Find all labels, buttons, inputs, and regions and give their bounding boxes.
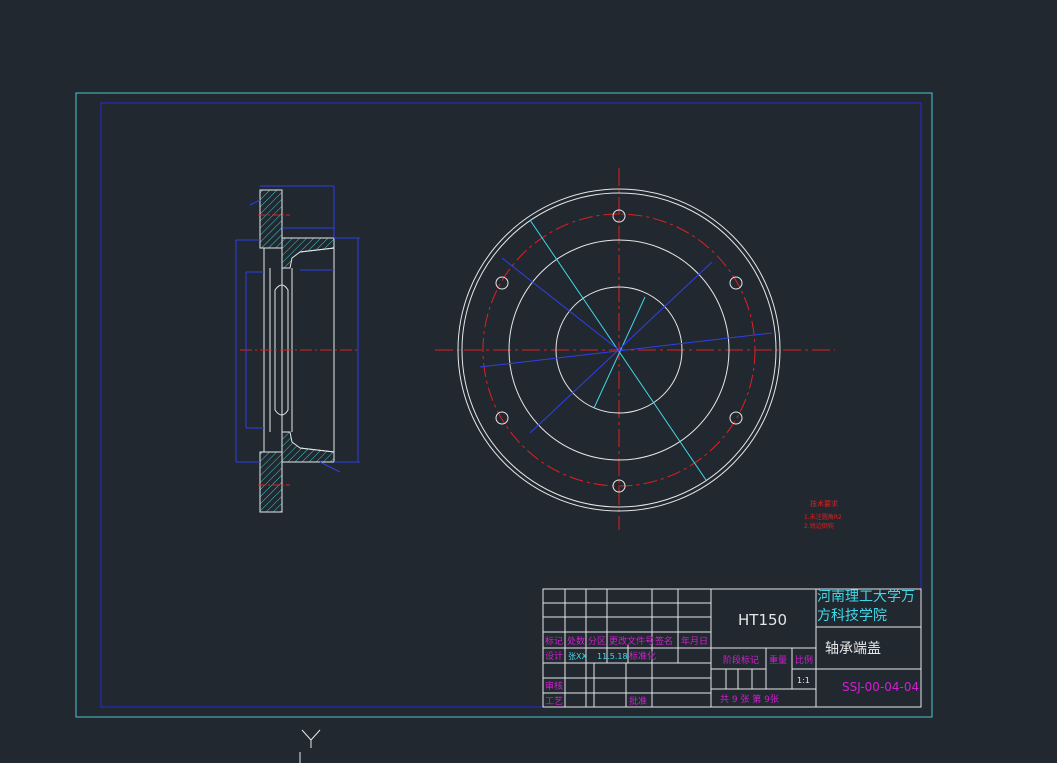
standardize-label: 标准化 [629, 650, 656, 662]
scale-value: 1:1 [797, 676, 810, 685]
tech-req-title: 技术要求 [810, 499, 838, 508]
stage-mark-label: 阶段标记 [723, 654, 759, 666]
hatch-region-top [259, 189, 283, 249]
school-name-line2: 方科技学院 [817, 608, 887, 624]
design-label: 设计 [545, 650, 563, 662]
section-dimensions [235, 185, 360, 473]
cad-drawing-canvas[interactable]: 技术要求 1.未注圆角R2 2.锐边倒钝 HT150 河南理工大学万 方科技学院… [0, 0, 1057, 763]
scale-label: 比例 [795, 654, 813, 666]
outer-frame [75, 92, 933, 718]
approve-label: 批准 [629, 695, 647, 707]
bolt-hole [729, 276, 743, 290]
hatch-region-bottom-lip [281, 431, 335, 463]
bolt-hole [729, 411, 743, 425]
front-view[interactable] [435, 168, 835, 530]
designer-name: 张XX [568, 652, 587, 661]
hdr-zone: 分区 [588, 636, 606, 647]
part-name: 轴承端盖 [825, 641, 881, 657]
hdr-count: 处数 [567, 635, 585, 647]
inner-frame [100, 102, 922, 708]
design-date: 11.5.18 [597, 652, 628, 661]
hdr-date: 年月日 [681, 635, 708, 647]
hatch-region-top-lip [281, 237, 335, 269]
front-dimensions [479, 257, 773, 434]
tech-req-line1: 1.未注圆角R2 [804, 513, 842, 521]
ucs-icon: Y [299, 729, 321, 763]
tech-requirements: 技术要求 1.未注圆角R2 2.锐边倒钝 [804, 499, 842, 530]
hdr-sign: 签名 [655, 635, 673, 647]
bolt-hole [495, 276, 509, 290]
process-label: 工艺 [545, 696, 563, 707]
weight-label: 重量 [769, 654, 787, 666]
drawing-number: SSJ-00-04-04 [842, 680, 919, 694]
bolt-hole [495, 411, 509, 425]
hdr-docno: 更改文件号 [609, 635, 654, 647]
sheet-count: 共 9 张 第 9张 [720, 693, 779, 705]
hatch-region-bottom [259, 451, 283, 513]
school-name-line1: 河南理工大学万 [817, 589, 915, 605]
tech-req-line2: 2.锐边倒钝 [804, 522, 834, 530]
review-label: 审核 [545, 680, 563, 692]
hdr-mark: 标记 [545, 635, 563, 647]
material-label: HT150 [738, 611, 787, 629]
section-view[interactable] [235, 185, 360, 513]
